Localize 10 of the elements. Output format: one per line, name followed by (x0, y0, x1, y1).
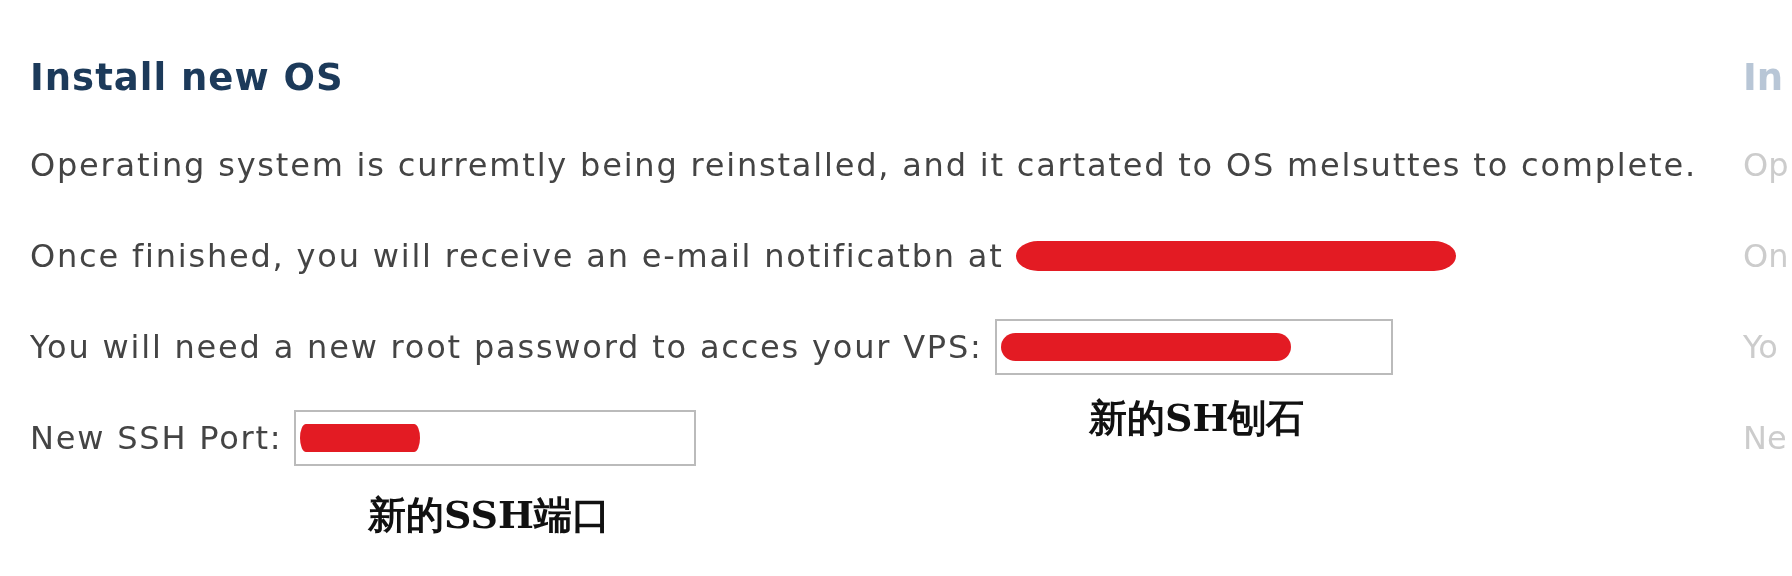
ssh-port-field[interactable] (294, 410, 697, 466)
password-field[interactable] (994, 319, 1393, 375)
annotation-text: 新的SH刨石 (1089, 394, 1305, 442)
annotation-text: 新的SSH端口 (368, 491, 610, 539)
ssh-port-label: New SSH Port: (30, 419, 283, 457)
status-text: Operating system is curremtly being reinstalled, and it cartated to OS melsuttes to complete. (30, 146, 1697, 184)
section-title: Install new OS (30, 56, 345, 99)
password-label: You will need a new root password to acces your VPS: (30, 328, 983, 366)
notification-text: Once finished, you will receive an e-mail notificatbn at (30, 237, 1004, 275)
section-title: In (1743, 56, 1785, 99)
